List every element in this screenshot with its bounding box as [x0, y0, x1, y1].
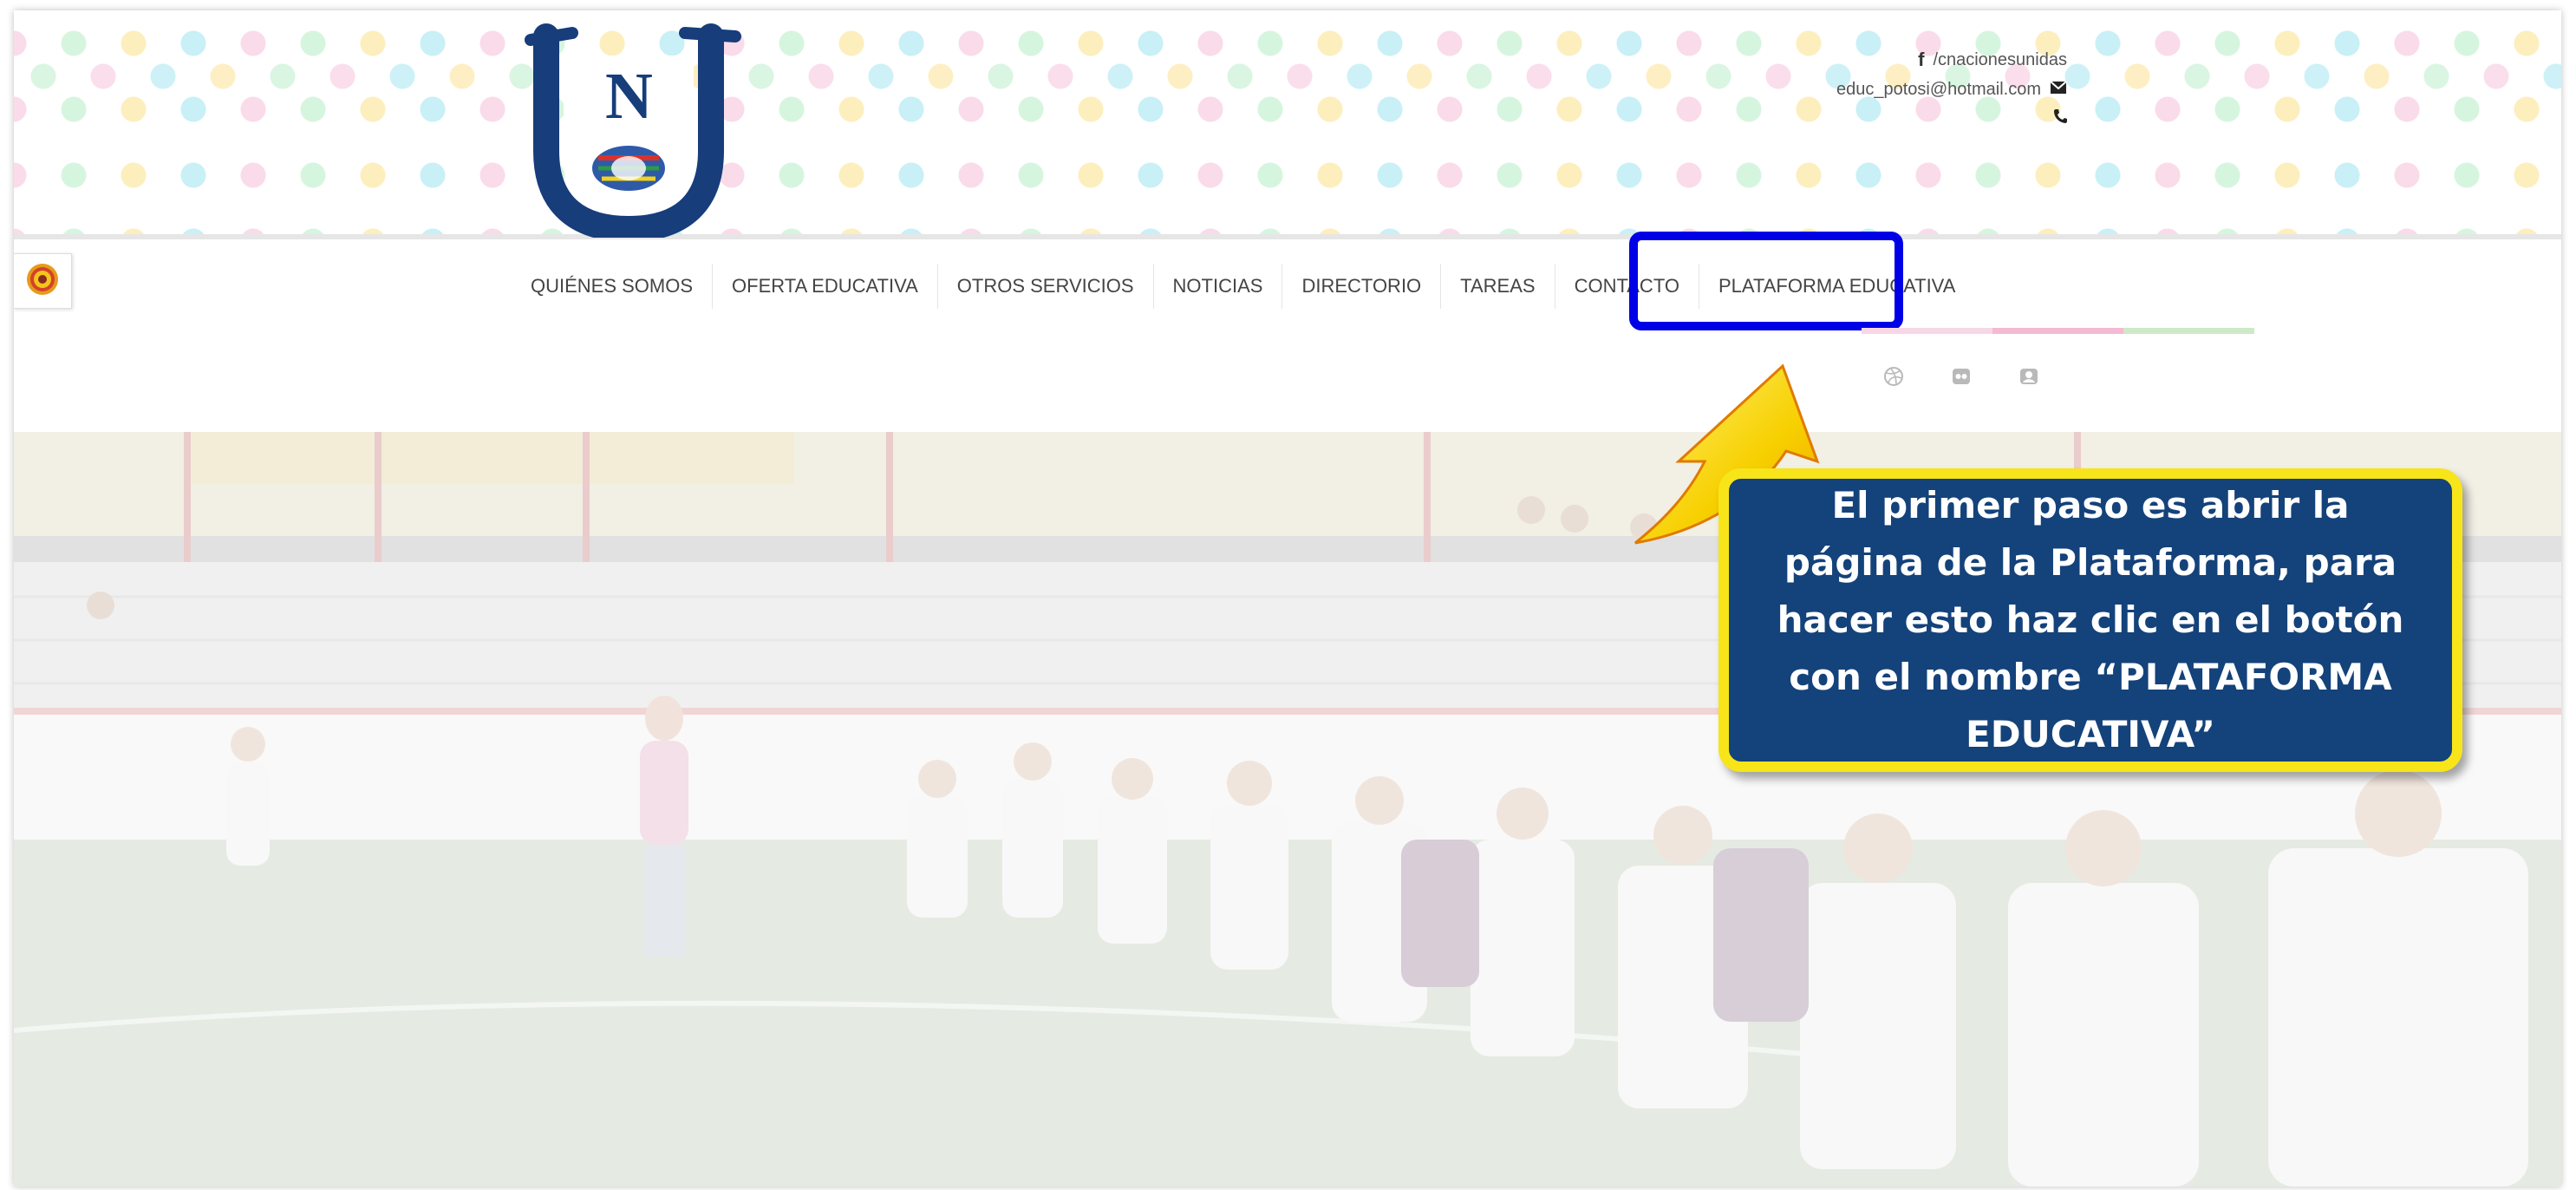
color-bars	[1862, 328, 2254, 334]
highlight-plataforma-box	[1629, 232, 1903, 330]
logo-letter: N	[605, 60, 653, 133]
nav-tareas[interactable]: TAREAS	[1441, 264, 1555, 309]
dribbble-icon[interactable]	[1881, 364, 1906, 389]
nav-otros-servicios[interactable]: OTROS SERVICIOS	[938, 264, 1154, 309]
main-navigation: QUIÉNES SOMOS OFERTA EDUCATIVA OTROS SER…	[14, 232, 2561, 442]
polka-dot-background	[14, 43, 2561, 109]
instruction-text: El primer paso es abrir la página de la …	[1777, 484, 2404, 755]
social-links	[1881, 364, 2041, 389]
nav-directorio[interactable]: DIRECTORIO	[1282, 264, 1442, 309]
flickr-icon[interactable]	[1949, 364, 1973, 389]
nav-oferta-educativa[interactable]: OFERTA EDUCATIVA	[713, 264, 938, 309]
browser-page: N f /cnacionesunidas educ_potosi@hotmail…	[14, 10, 2561, 1187]
school-logo[interactable]: N	[512, 21, 746, 243]
settings-toggle[interactable]	[14, 253, 72, 309]
instruction-callout: El primer paso es abrir la página de la …	[1718, 468, 2462, 772]
nav-noticias[interactable]: NOTICIAS	[1154, 264, 1283, 309]
email-address[interactable]: educ_potosi@hotmail.com	[1836, 75, 2041, 104]
color-bar-pink	[1992, 328, 2123, 334]
phone-icon	[2053, 104, 2067, 134]
gear-icon	[25, 262, 60, 301]
site-header: N f /cnacionesunidas educ_potosi@hotmail…	[14, 10, 2561, 243]
user-circle-icon[interactable]	[2017, 364, 2041, 389]
facebook-handle[interactable]: /cnacionesunidas	[1933, 45, 2067, 75]
nav-quienes-somos[interactable]: QUIÉNES SOMOS	[512, 264, 714, 309]
envelope-icon	[2050, 75, 2067, 104]
color-bar-green	[2123, 328, 2254, 334]
contact-info: f /cnacionesunidas educ_potosi@hotmail.c…	[1836, 45, 2067, 134]
color-bar-pink-light	[1862, 328, 1992, 334]
facebook-icon[interactable]: f	[1918, 45, 1924, 75]
